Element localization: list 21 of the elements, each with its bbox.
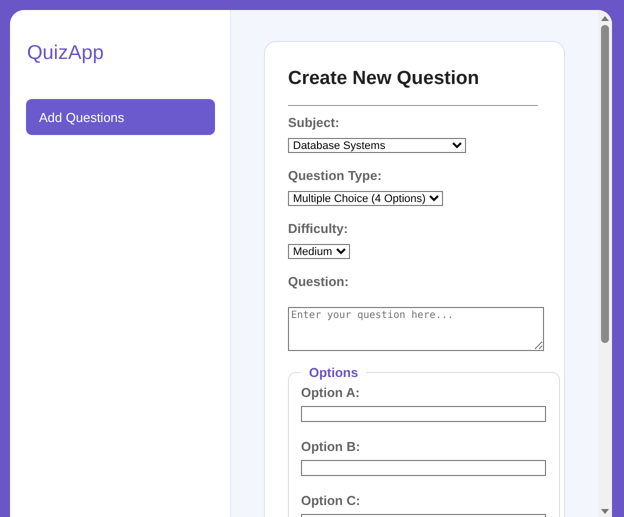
scrollbar[interactable] (598, 10, 612, 517)
field-label: Question: (288, 273, 349, 291)
option-input[interactable] (301, 460, 546, 476)
field-label: Option C: (301, 492, 360, 510)
scrollbar-thumb[interactable] (601, 25, 609, 343)
scroll-down-icon[interactable] (601, 509, 609, 514)
dropdown[interactable]: Multiple Choice (4 Options) (288, 191, 443, 206)
field-label: Subject: (288, 114, 340, 132)
question-input[interactable]: Enter your question here... (288, 307, 544, 351)
dropdown[interactable]: Database Systems (288, 138, 466, 153)
field-label: Option B: (301, 438, 360, 456)
field-label: Question Type: (288, 167, 382, 185)
app-logo-text: QuizApp (27, 42, 105, 66)
options-legend: Options (301, 365, 366, 380)
option-input[interactable] (301, 406, 546, 422)
field-label: Option A: (301, 384, 360, 402)
dropdown[interactable]: Medium (288, 244, 350, 259)
scroll-up-icon[interactable] (601, 16, 609, 21)
sidebar-item[interactable]: Add Questions (26, 99, 215, 135)
form-title: Create New Question (288, 67, 480, 91)
field-label: Difficulty: (288, 220, 348, 238)
